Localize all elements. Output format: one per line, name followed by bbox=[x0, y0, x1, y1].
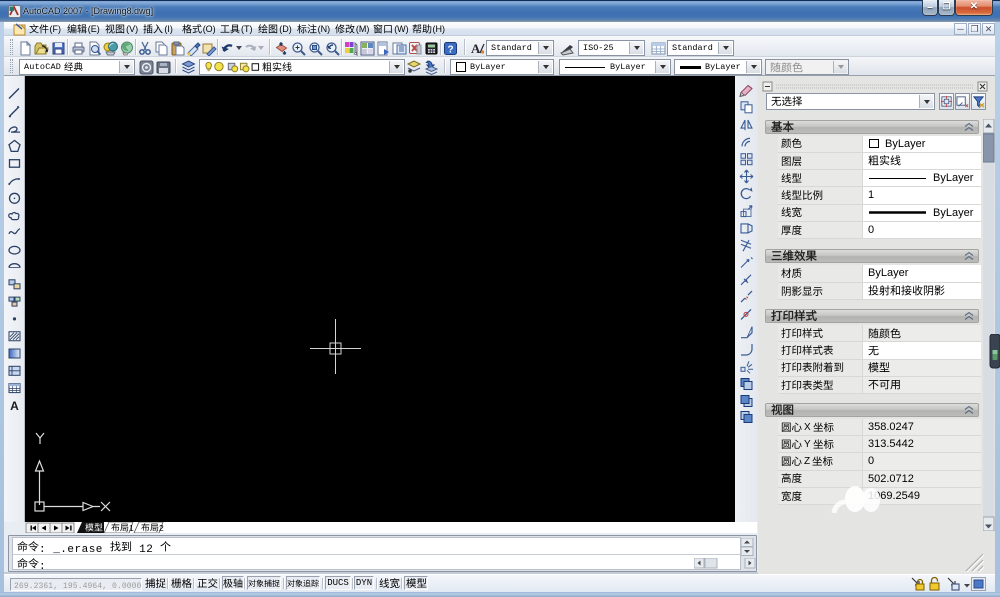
svg-text:?: ? bbox=[447, 45, 453, 56]
svg-text:A: A bbox=[471, 41, 481, 56]
svg-text:A: A bbox=[10, 399, 19, 413]
